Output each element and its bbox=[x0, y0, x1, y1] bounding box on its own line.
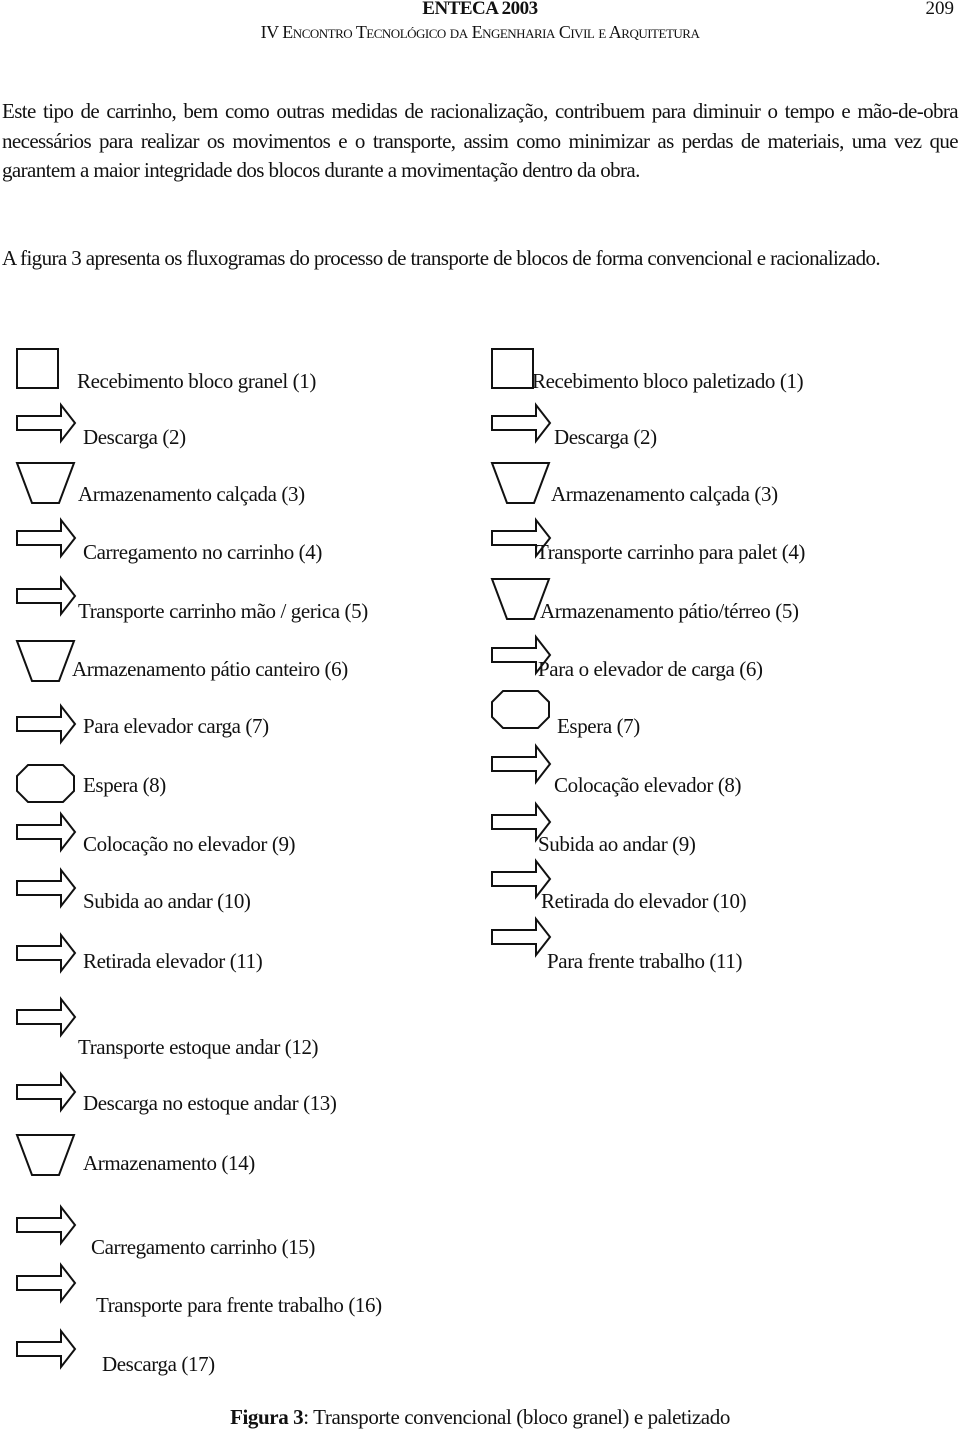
conference-title: ENTECA 2003 bbox=[422, 0, 538, 19]
flow-step-label: Armazenamento calçada (3) bbox=[78, 482, 305, 506]
flow-step-label: Retirada elevador (11) bbox=[83, 949, 263, 973]
body-paragraph: Este tipo de carrinho, bem como outras m… bbox=[2, 99, 959, 182]
flow-step-label: Para elevador carga (7) bbox=[83, 714, 269, 738]
flow-step-label: Espera (7) bbox=[557, 714, 640, 738]
flow-step-label: Descarga (17) bbox=[102, 1352, 215, 1376]
flow-step-label: Armazenamento (14) bbox=[83, 1151, 255, 1175]
body-paragraph: A figura 3 apresenta os fluxogramas do p… bbox=[2, 246, 881, 270]
flow-step-label: Descarga (2) bbox=[83, 425, 186, 449]
flow-step-label: Descarga no estoque andar (13) bbox=[83, 1091, 337, 1115]
caption-label: Figura 3 bbox=[230, 1405, 304, 1429]
flow-step-label: Carregamento no carrinho (4) bbox=[83, 540, 322, 564]
flow-step-label: Subida ao andar (10) bbox=[83, 889, 251, 913]
flow-step-label: Descarga (2) bbox=[554, 425, 657, 449]
flow-step-label: Para frente trabalho (11) bbox=[547, 949, 743, 973]
flow-step-label: Subida ao andar (9) bbox=[538, 832, 696, 856]
flow-step-label: Transporte para frente trabalho (16) bbox=[96, 1293, 382, 1317]
page-number: 209 bbox=[925, 0, 955, 19]
flow-step-label: Armazenamento calçada (3) bbox=[551, 482, 778, 506]
flow-step-label: Transporte estoque andar (12) bbox=[78, 1035, 319, 1059]
flow-step-label: Transporte carrinho mão / gerica (5) bbox=[78, 599, 368, 623]
flow-step-label: Para o elevador de carga (6) bbox=[538, 657, 763, 681]
flow-step-label: Transporte carrinho para palet (4) bbox=[536, 540, 806, 564]
conference-subtitle: IV Encontro Tecnológico da Engenharia Ci… bbox=[260, 22, 700, 42]
flow-step-label: Carregamento carrinho (15) bbox=[91, 1235, 315, 1259]
flow-step-label: Recebimento bloco paletizado (1) bbox=[532, 369, 804, 393]
flow-step-label: Recebimento bloco granel (1) bbox=[77, 369, 316, 393]
flow-step-label: Armazenamento pátio/térreo (5) bbox=[540, 599, 799, 623]
flow-step-label: Armazenamento pátio canteiro (6) bbox=[72, 657, 348, 681]
flow-step-label: Colocação elevador (8) bbox=[554, 773, 742, 797]
caption-text: : Transporte convencional (bloco granel)… bbox=[303, 1405, 730, 1429]
flow-step-label: Retirada do elevador (10) bbox=[541, 889, 747, 913]
figure-caption: Figura 3: Transporte convencional (bloco… bbox=[0, 1405, 960, 1430]
flow-step-label: Espera (8) bbox=[83, 773, 166, 797]
flow-step-label: Colocação no elevador (9) bbox=[83, 832, 296, 856]
